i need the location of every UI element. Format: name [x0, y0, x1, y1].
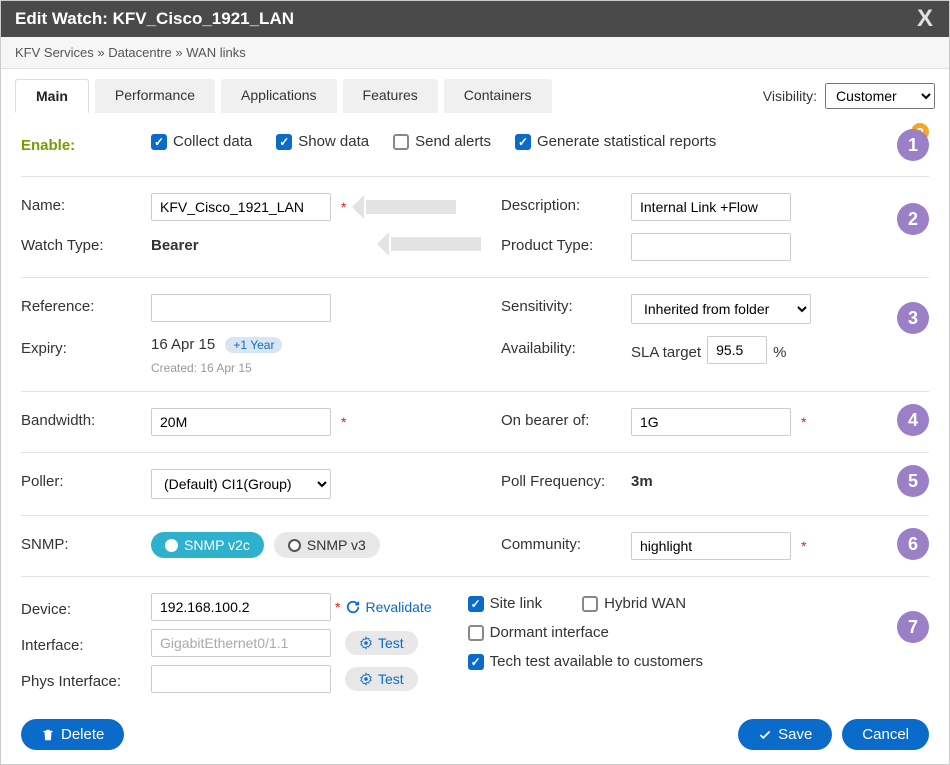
checkbox-show-data[interactable]: Show data	[276, 133, 369, 150]
tab-main[interactable]: Main	[15, 79, 89, 113]
arrow-icon	[391, 237, 481, 251]
reference-input[interactable]	[151, 294, 331, 322]
community-input[interactable]	[631, 532, 791, 560]
created-text: Created: 16 Apr 15	[151, 361, 252, 375]
poll-frequency-value: 3m	[631, 469, 653, 490]
snmp-v3-toggle[interactable]: SNMP v3	[274, 532, 380, 558]
test-phys-button[interactable]: Test	[345, 667, 418, 691]
annotation-badge-5: 5	[897, 465, 929, 497]
dialog-title: Edit Watch: KFV_Cisco_1921_LAN	[15, 9, 294, 29]
expiry-label: Expiry:	[21, 336, 151, 357]
visibility-label: Visibility:	[763, 88, 817, 104]
tab-performance[interactable]: Performance	[95, 79, 215, 113]
trash-icon	[41, 728, 55, 742]
checkbox-dormant-interface[interactable]: Dormant interface	[468, 624, 703, 641]
poller-select[interactable]: (Default) CI1(Group)	[151, 469, 331, 499]
watch-type-label: Watch Type:	[21, 233, 151, 254]
plus-one-year-button[interactable]: +1 Year	[225, 337, 282, 353]
revalidate-button[interactable]: Revalidate	[340, 595, 437, 619]
annotation-badge-6: 6	[897, 528, 929, 560]
checkbox-tech-test[interactable]: Tech test available to customers	[468, 653, 703, 670]
onbearer-input[interactable]	[631, 408, 791, 436]
description-input[interactable]	[631, 193, 791, 221]
gear-icon	[359, 672, 373, 686]
device-input[interactable]	[151, 593, 331, 621]
enable-label: Enable:	[21, 133, 151, 154]
product-type-label: Product Type:	[501, 233, 631, 254]
availability-label: Availability:	[501, 336, 631, 357]
interface-input[interactable]	[151, 629, 331, 657]
device-label: Device:	[21, 597, 151, 618]
checkbox-hybrid-wan[interactable]: Hybrid WAN	[582, 595, 686, 612]
name-input[interactable]	[151, 193, 331, 221]
description-label: Description:	[501, 193, 631, 214]
snmp-v2c-toggle[interactable]: SNMP v2c	[151, 532, 264, 558]
sla-suffix: %	[773, 340, 786, 361]
phys-interface-input[interactable]	[151, 665, 331, 693]
gear-icon	[359, 636, 373, 650]
checkbox-site-link[interactable]: Site link	[468, 595, 543, 612]
poll-frequency-label: Poll Frequency:	[501, 469, 631, 490]
close-icon[interactable]: X	[911, 7, 939, 31]
tab-containers[interactable]: Containers	[444, 79, 552, 113]
name-label: Name:	[21, 193, 151, 214]
sla-prefix: SLA target	[631, 340, 701, 361]
cancel-button[interactable]: Cancel	[842, 719, 929, 750]
expiry-value: 16 Apr 15	[151, 332, 215, 353]
required-mark: *	[341, 199, 346, 215]
poller-label: Poller:	[21, 469, 151, 490]
refresh-icon	[346, 600, 360, 614]
sensitivity-select[interactable]: Inherited from folder	[631, 294, 811, 324]
test-interface-button[interactable]: Test	[345, 631, 418, 655]
radio-icon	[165, 539, 178, 552]
save-button[interactable]: Save	[738, 719, 832, 750]
delete-button[interactable]: Delete	[21, 719, 124, 750]
reference-label: Reference:	[21, 294, 151, 315]
annotation-badge-7: 7	[897, 611, 929, 643]
annotation-badge-4: 4	[897, 404, 929, 436]
onbearer-label: On bearer of:	[501, 408, 631, 429]
tab-applications[interactable]: Applications	[221, 79, 337, 113]
breadcrumb: KFV Services » Datacentre » WAN links	[1, 37, 949, 69]
checkbox-send-alerts[interactable]: Send alerts	[393, 133, 491, 150]
check-icon	[758, 728, 772, 742]
radio-icon	[288, 539, 301, 552]
tab-features[interactable]: Features	[343, 79, 438, 113]
arrow-icon	[366, 200, 456, 214]
phys-interface-label: Phys Interface:	[21, 669, 151, 690]
interface-label: Interface:	[21, 633, 151, 654]
checkbox-collect-data[interactable]: Collect data	[151, 133, 252, 150]
annotation-badge-1: 1	[897, 129, 929, 161]
checkbox-generate-reports[interactable]: Generate statistical reports	[515, 133, 716, 150]
watch-type-value: Bearer	[151, 233, 199, 254]
bandwidth-label: Bandwidth:	[21, 408, 151, 429]
visibility-select[interactable]: Customer	[825, 83, 935, 109]
sla-target-input[interactable]	[707, 336, 767, 364]
snmp-label: SNMP:	[21, 532, 151, 553]
bandwidth-input[interactable]	[151, 408, 331, 436]
community-label: Community:	[501, 532, 631, 553]
product-type-input[interactable]	[631, 233, 791, 261]
sensitivity-label: Sensitivity:	[501, 294, 631, 315]
